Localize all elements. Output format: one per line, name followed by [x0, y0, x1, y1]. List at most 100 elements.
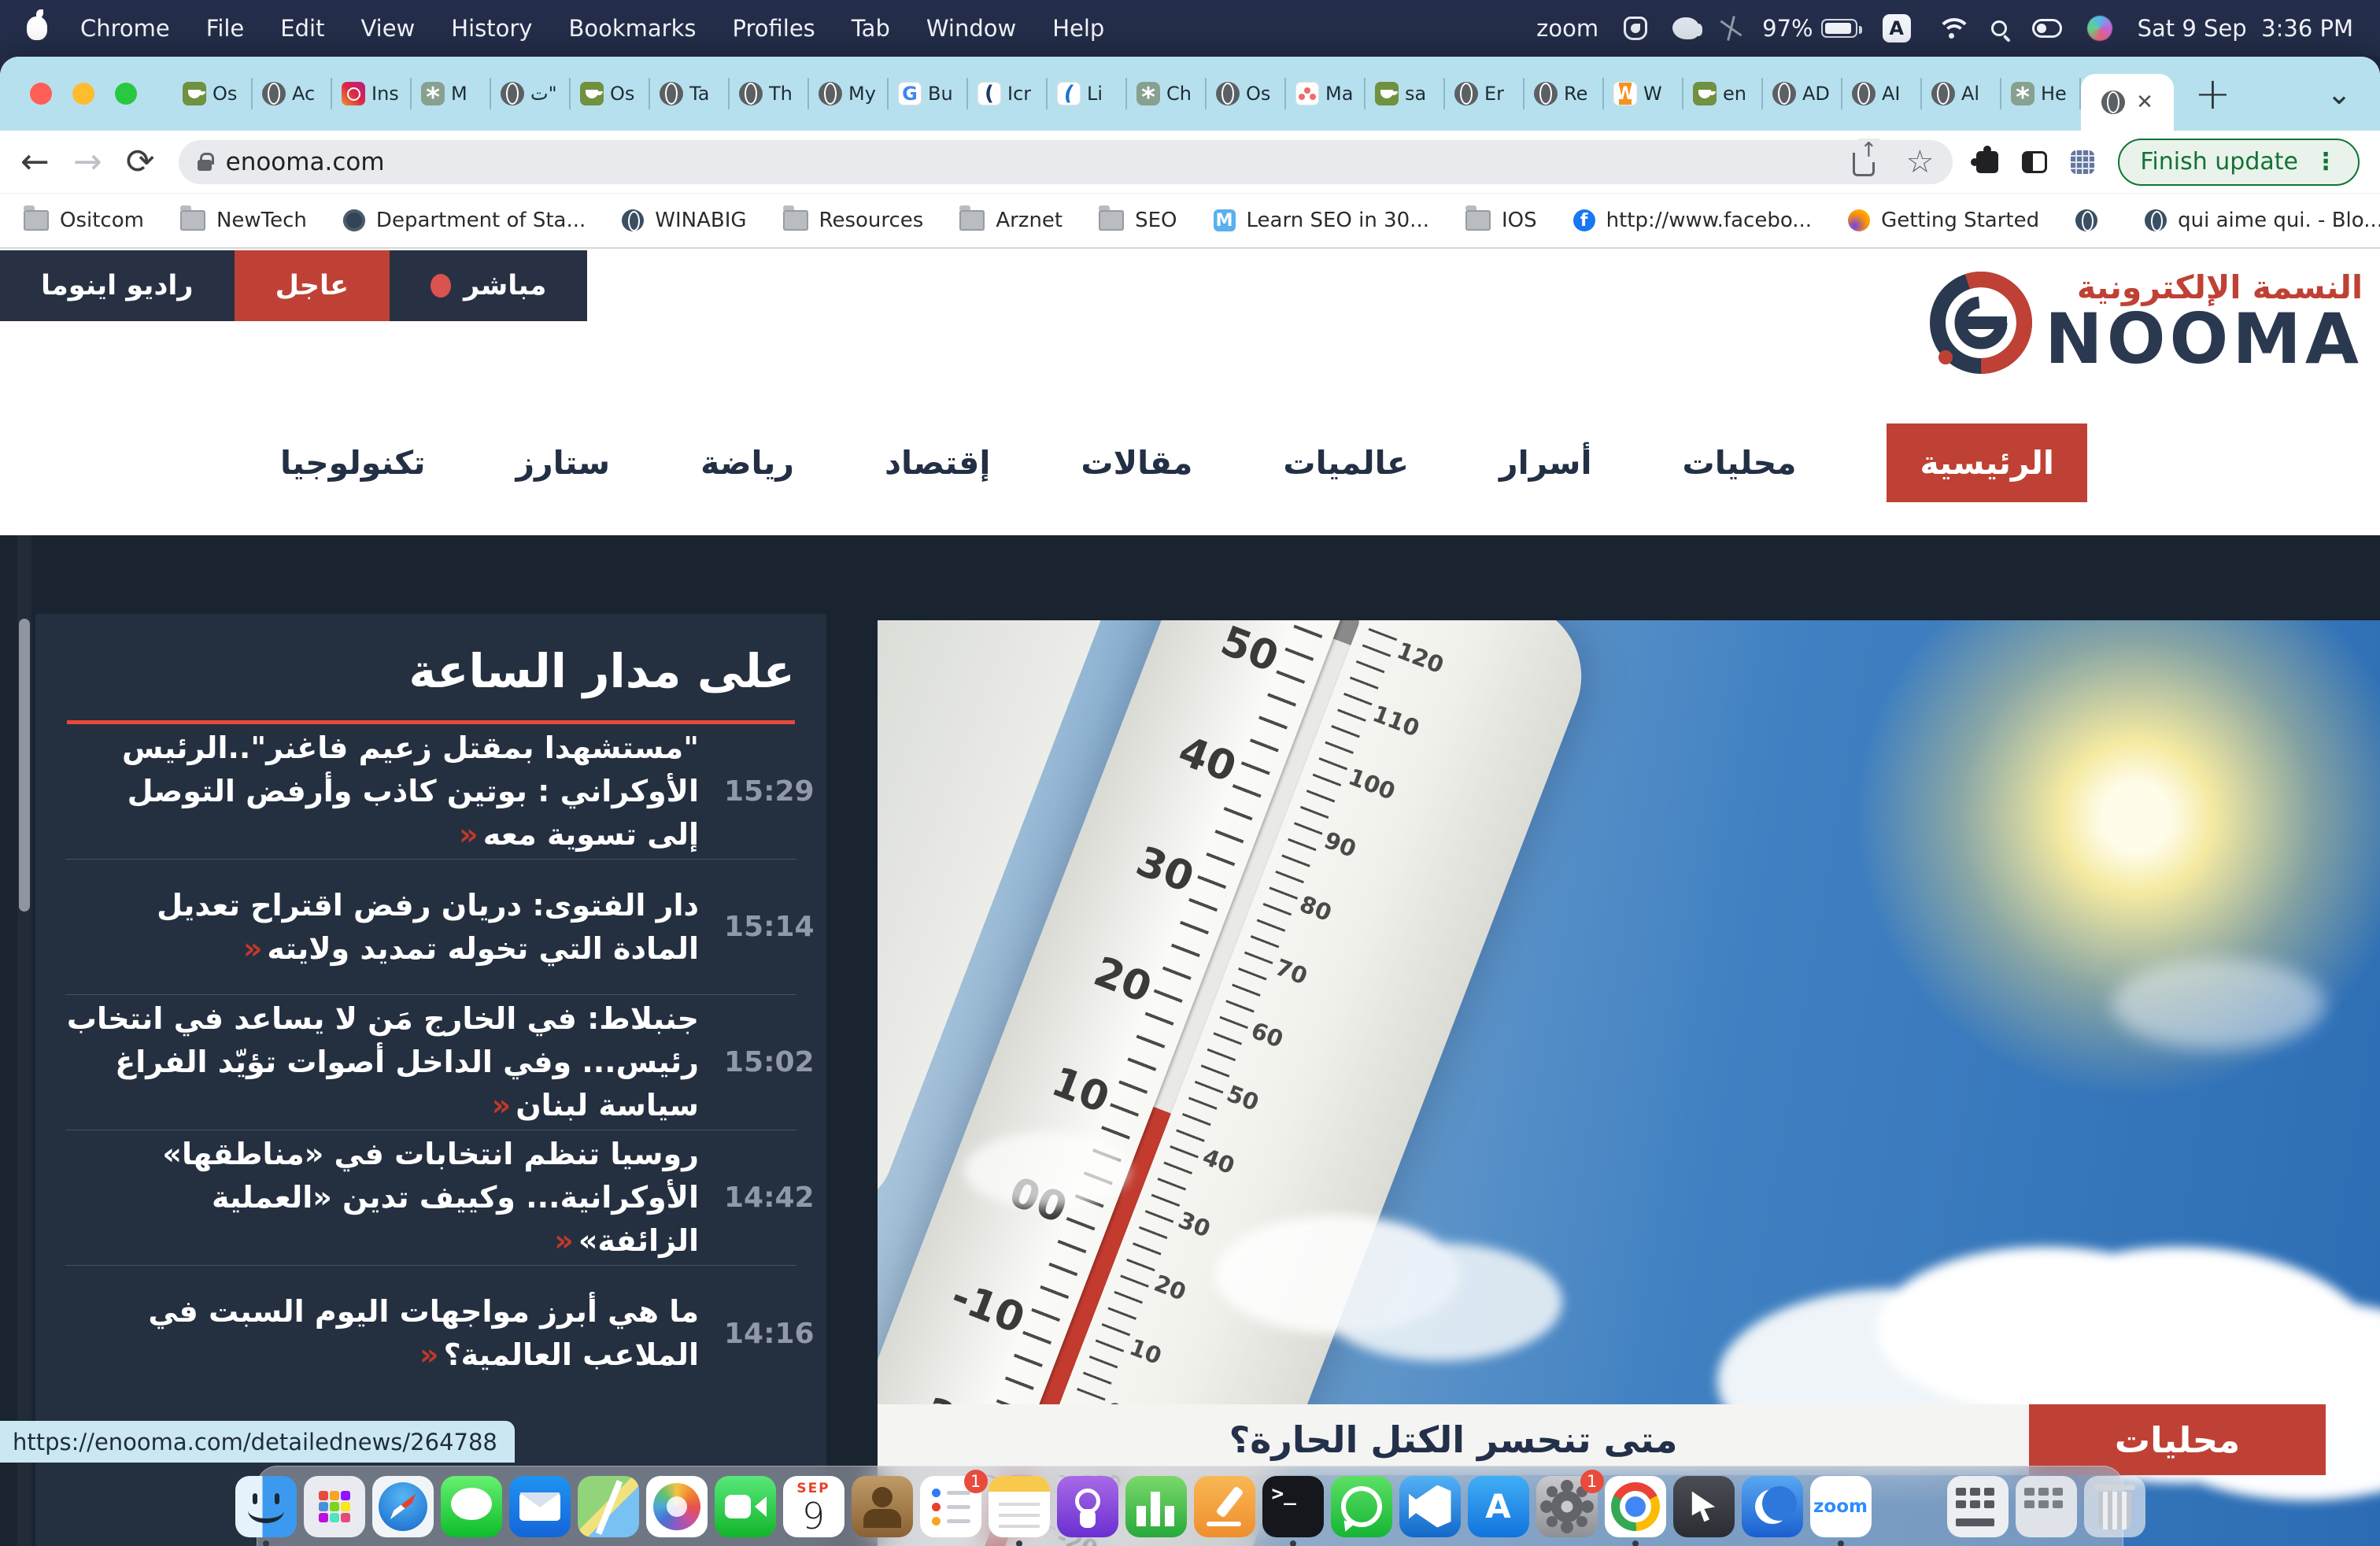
new-tab-button[interactable]: +	[2194, 68, 2231, 120]
menu-item[interactable]: Profiles	[732, 15, 815, 42]
trash-icon[interactable]	[2084, 1476, 2145, 1537]
battery-status[interactable]: 97%	[1762, 15, 1857, 42]
contacts-icon[interactable]	[852, 1476, 913, 1537]
bookmark-item[interactable]: IOS	[1465, 209, 1537, 232]
share-icon[interactable]	[1853, 153, 1875, 176]
bookmark-item[interactable]: NewTech	[180, 209, 307, 232]
system-settings-icon[interactable]: 1	[1536, 1476, 1598, 1537]
apple-menu-icon[interactable]	[27, 17, 47, 40]
nav-economy[interactable]: إقتصاد	[885, 444, 990, 482]
messages-icon[interactable]	[441, 1476, 502, 1537]
page-scrollbar[interactable]	[17, 535, 31, 1546]
bluetooth-icon[interactable]	[1724, 16, 1737, 41]
bookmark-item[interactable]: WINABIG	[622, 209, 746, 232]
finder-icon[interactable]	[235, 1476, 297, 1537]
news-item[interactable]: دار الفتوى: دريان رفض اقتراح تعديل الماد…	[65, 860, 796, 995]
launchpad-icon[interactable]	[304, 1476, 365, 1537]
bookmark-item[interactable]	[2075, 209, 2108, 231]
address-bar[interactable]: enooma.com ☆	[179, 140, 1953, 184]
control-center-icon[interactable]	[2032, 19, 2062, 38]
browser-tab[interactable]: Th	[730, 57, 809, 131]
menu-clock[interactable]: Sat 9 Sep 3:36 PM	[2138, 15, 2353, 42]
browser-tab[interactable]: M	[412, 57, 491, 131]
nav-world[interactable]: عالميات	[1283, 444, 1409, 482]
browser-tab[interactable]: He	[2001, 57, 2081, 131]
news-item[interactable]: جنبلاط: في الخارج مَن لا يساعد في انتخاب…	[65, 995, 796, 1130]
photos-icon[interactable]	[646, 1476, 708, 1537]
side-panel-icon[interactable]	[2022, 151, 2047, 173]
bookmark-item[interactable]: Getting Started	[1848, 209, 2039, 232]
keypad-app-icon[interactable]	[2016, 1476, 2077, 1537]
facetime-icon[interactable]	[715, 1476, 776, 1537]
bookmark-item[interactable]: Ositcom	[24, 209, 144, 232]
url-text[interactable]: enooma.com	[226, 148, 385, 176]
app-status-icon[interactable]	[1672, 17, 1699, 39]
browser-tab[interactable]: Er	[1445, 57, 1524, 131]
nav-technology[interactable]: تكنولوجيا	[280, 444, 425, 482]
hero-image[interactable]: 504030201000-10-20 120110100908070605040…	[878, 620, 2380, 1546]
forward-button[interactable]: →	[73, 142, 102, 182]
numbers-icon[interactable]	[1125, 1476, 1187, 1537]
nav-home[interactable]: الرئيسية	[1887, 423, 2086, 502]
browser-tab[interactable]: sa	[1366, 57, 1445, 131]
bookmark-item[interactable]: Resources	[783, 209, 924, 232]
browser-tab[interactable]: Icr	[968, 57, 1048, 131]
browser-tab[interactable]: Ac	[253, 57, 332, 131]
menu-item[interactable]: File	[206, 15, 245, 42]
bookmark-item[interactable]: f http://www.facebo...	[1573, 209, 1812, 232]
wifi-icon[interactable]	[1936, 17, 1966, 40]
browser-tab[interactable]: W	[1604, 57, 1683, 131]
close-window-button[interactable]	[30, 83, 52, 105]
reminders-icon[interactable]: 1	[920, 1476, 981, 1537]
browser-tab[interactable]: AD	[1763, 57, 1842, 131]
spotlight-search-icon[interactable]	[1991, 20, 2007, 36]
tab-search-chevron-icon[interactable]: ⌄	[2326, 76, 2352, 111]
extensions-icon[interactable]	[1976, 151, 1998, 173]
browser-tab[interactable]: Li	[1048, 57, 1127, 131]
news-item[interactable]: "مستشهدا بمقتل زعيم فاغنر"..الرئيس الأوك…	[65, 724, 796, 860]
menu-item[interactable]: Edit	[280, 15, 324, 42]
dock-divider[interactable]	[1879, 1476, 1940, 1537]
safari-icon[interactable]	[372, 1476, 434, 1537]
notes-icon[interactable]	[989, 1476, 1050, 1537]
read-more-chevron-icon[interactable]: «	[243, 931, 263, 966]
bookmark-item[interactable]: qui aime qui. - Blo...	[2145, 209, 2380, 232]
menu-item[interactable]: Bookmarks	[568, 15, 696, 42]
hero-headline[interactable]: متى تنحسر الكتل الحارة؟	[878, 1404, 2029, 1475]
whatsapp-icon[interactable]	[1331, 1476, 1392, 1537]
bookmark-item[interactable]: Arznet	[959, 209, 1062, 232]
keyboard-viewer-icon[interactable]	[1947, 1476, 2009, 1537]
minimize-window-button[interactable]	[72, 83, 94, 105]
browser-tab[interactable]: Os	[173, 57, 253, 131]
bookmark-item[interactable]: SEO	[1099, 209, 1177, 232]
fullscreen-window-button[interactable]	[115, 83, 137, 105]
input-source-icon[interactable]: A	[1883, 14, 1911, 43]
podcasts-icon[interactable]	[1057, 1476, 1118, 1537]
nav-secrets[interactable]: أسرار	[1499, 444, 1592, 482]
active-tab[interactable]: ✕	[2081, 74, 2174, 131]
nav-local[interactable]: محليات	[1683, 444, 1797, 482]
browser-tab[interactable]: Os	[1207, 57, 1286, 131]
blue-swirl-app-icon[interactable]	[1742, 1476, 1803, 1537]
browser-tab[interactable]: My	[809, 57, 889, 131]
browser-tab[interactable]: en	[1683, 57, 1763, 131]
read-more-chevron-icon[interactable]: «	[554, 1223, 574, 1258]
browser-tab[interactable]: ت"	[491, 57, 571, 131]
menu-item[interactable]: History	[451, 15, 532, 42]
news-item[interactable]: ما هي أبرز مواجهات اليوم السبت في الملاع…	[65, 1266, 796, 1401]
chrome-icon[interactable]	[1605, 1476, 1666, 1537]
live-button[interactable]: مباشر	[390, 250, 587, 321]
bookmark-star-icon[interactable]: ☆	[1906, 146, 1935, 178]
menu-item[interactable]: View	[360, 15, 415, 42]
bookmark-item[interactable]: Department of Sta...	[343, 209, 586, 232]
site-logo[interactable]: النسمة الإلكترونية NOOMA	[1922, 261, 2363, 379]
browser-tab[interactable]: AI	[1842, 57, 1922, 131]
browser-tab[interactable]: Bu	[889, 57, 968, 131]
lock-icon[interactable]	[198, 160, 212, 171]
screen-sharing-icon[interactable]	[1673, 1476, 1735, 1537]
read-more-chevron-icon[interactable]: «	[492, 1088, 512, 1123]
menu-item[interactable]: Help	[1052, 15, 1104, 42]
reload-button[interactable]: ⟳	[126, 142, 155, 182]
browser-tab[interactable]: Os	[571, 57, 650, 131]
close-tab-icon[interactable]: ✕	[2136, 91, 2153, 114]
